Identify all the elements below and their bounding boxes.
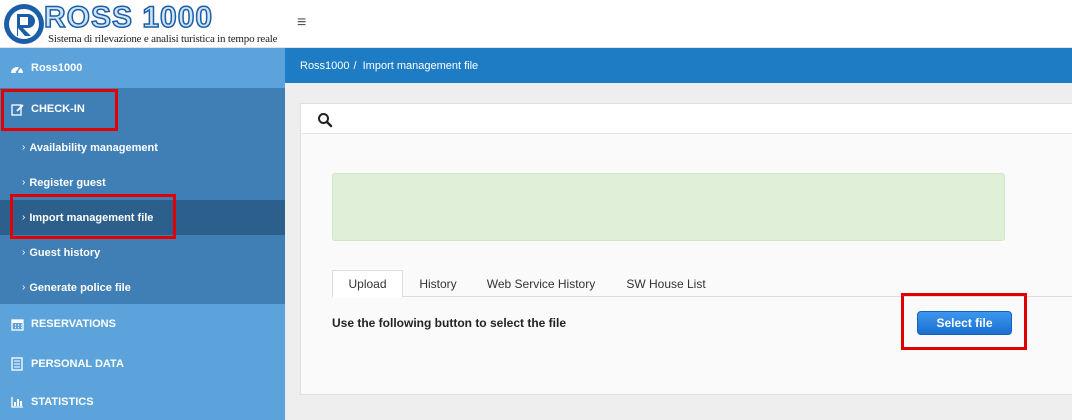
logo[interactable]: ROSS 1000 Sistema di rilevazione e anali… xyxy=(0,0,285,48)
sidebar-subitem-label: Import management file xyxy=(29,211,154,224)
chevron-right-icon: › xyxy=(22,282,26,293)
sidebar-item-personal-data[interactable]: PERSONAL DATA xyxy=(0,344,285,384)
sidebar-subitem-label: Availability management xyxy=(29,141,158,154)
chevron-right-icon: › xyxy=(22,177,26,188)
sidebar-subitem-label: Guest history xyxy=(29,246,101,259)
sidebar-subitem-label: Register guest xyxy=(29,176,106,189)
tab-history[interactable]: History xyxy=(403,270,473,297)
search-icon[interactable] xyxy=(317,112,333,128)
top-bar: ROSS 1000 Sistema di rilevazione e anali… xyxy=(0,0,1072,48)
sidebar-subitem-register-guest[interactable]: › Register guest xyxy=(0,165,285,200)
logo-subtitle: Sistema di rilevazione e analisi turisti… xyxy=(48,33,278,45)
sidebar-item-checkin[interactable]: CHECK-IN xyxy=(0,88,285,130)
tab-sw-house-list[interactable]: SW House List xyxy=(609,270,723,297)
sidebar-item-label: CHECK-IN xyxy=(31,103,85,115)
sidebar-item-label: Ross1000 xyxy=(31,62,83,74)
chevron-right-icon: › xyxy=(22,212,26,223)
tab-bar: Upload History Web Service History SW Ho… xyxy=(332,270,1072,298)
sidebar-subitem-label: Generate police file xyxy=(29,281,131,294)
chevron-right-icon: › xyxy=(22,142,26,153)
upload-instruction: Use the following button to select the f… xyxy=(332,316,567,330)
menu-toggle-icon[interactable]: ≡ xyxy=(297,15,306,31)
import-panel: Upload History Web Service History SW Ho… xyxy=(300,103,1072,395)
edit-icon xyxy=(10,102,24,116)
calendar-icon xyxy=(10,317,24,331)
bar-chart-icon xyxy=(10,395,24,409)
panel-header xyxy=(301,104,1072,134)
dashboard-icon xyxy=(10,61,24,75)
select-file-button[interactable]: Select file xyxy=(917,311,1012,335)
sidebar-item-reservations[interactable]: RESERVATIONS xyxy=(0,304,285,344)
sidebar-subitem-guest-history[interactable]: › Guest history xyxy=(0,235,285,270)
sidebar-subitem-availability-management[interactable]: › Availability management xyxy=(0,130,285,165)
sidebar-item-statistics[interactable]: STATISTICS xyxy=(0,382,285,420)
logo-mark-icon xyxy=(4,4,44,44)
sidebar-item-label: STATISTICS xyxy=(31,396,94,408)
sidebar-item-ross1000[interactable]: Ross1000 xyxy=(0,48,285,88)
sidebar-item-label: PERSONAL DATA xyxy=(31,358,124,370)
tab-upload[interactable]: Upload xyxy=(332,270,403,298)
breadcrumb: Ross1000 / Import management file xyxy=(285,48,1072,83)
sidebar-subitem-import-management-file[interactable]: › Import management file xyxy=(0,200,285,235)
breadcrumb-current: Import management file xyxy=(362,59,479,72)
chevron-right-icon: › xyxy=(22,247,26,258)
document-icon xyxy=(10,357,24,371)
success-alert xyxy=(332,173,1005,241)
tab-web-service-history[interactable]: Web Service History xyxy=(473,270,609,297)
sidebar: Ross1000 CHECK-IN › Availability managem… xyxy=(0,48,285,420)
sidebar-subitem-generate-police-file[interactable]: › Generate police file xyxy=(0,270,285,305)
sidebar-item-label: RESERVATIONS xyxy=(31,318,116,330)
breadcrumb-separator: / xyxy=(353,59,357,72)
logo-title: ROSS 1000 xyxy=(43,1,214,35)
breadcrumb-item-ross1000[interactable]: Ross1000 xyxy=(300,60,350,72)
